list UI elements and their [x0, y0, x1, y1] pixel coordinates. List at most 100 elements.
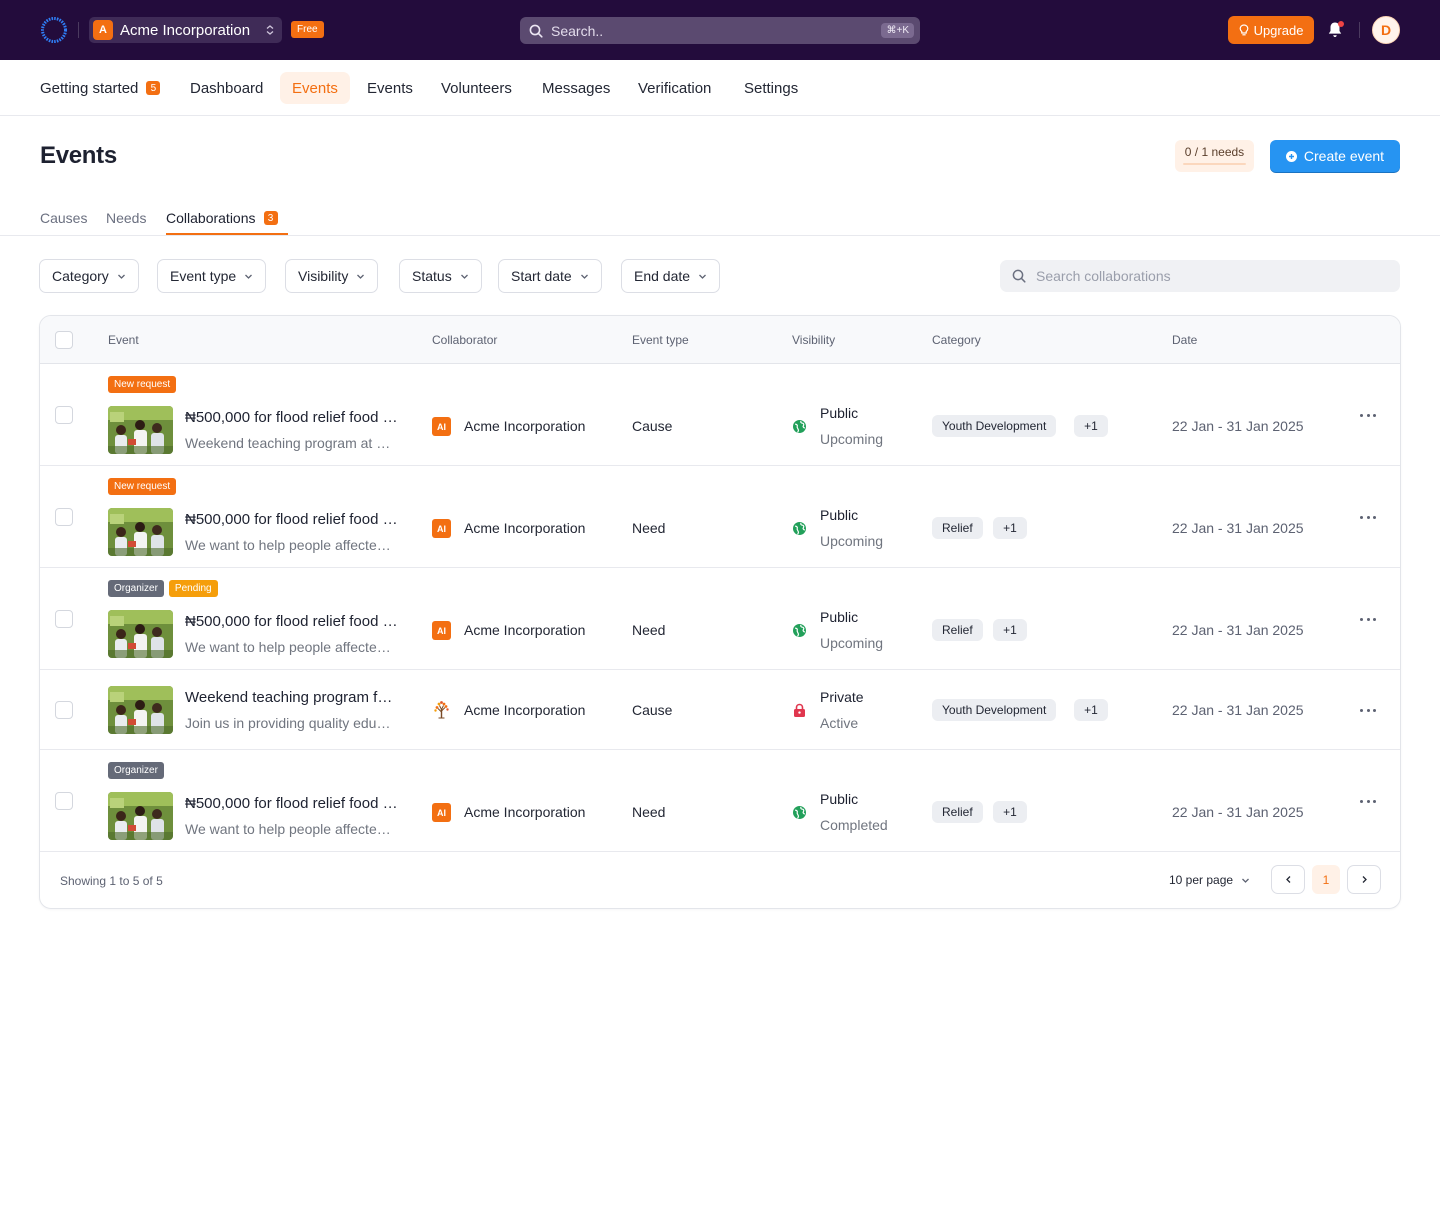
plus-circle-icon: [1285, 150, 1297, 162]
select-all-checkbox[interactable]: [55, 331, 73, 349]
filter-end-date[interactable]: End date: [621, 259, 721, 293]
tab-collaborations[interactable]: Collaborations 3: [166, 208, 278, 228]
row-badges: New request: [108, 376, 177, 393]
status-value: Upcoming: [820, 533, 884, 549]
upgrade-label: Upgrade: [1253, 22, 1304, 38]
column-header-event-type[interactable]: Event type: [632, 333, 689, 347]
collaborations-search[interactable]: [1000, 260, 1400, 292]
table-row[interactable]: Organizer ₦500,000 for flood relief food…: [40, 750, 1400, 852]
tab-label: Collaborations: [166, 210, 256, 226]
row-checkbox[interactable]: [55, 508, 73, 526]
nav-label: Dashboard: [190, 79, 264, 97]
filter-status[interactable]: Status: [399, 259, 482, 293]
status-value: Active: [820, 715, 859, 731]
nav-getting-started[interactable]: Getting started 5: [28, 72, 172, 104]
collaborator-name: Acme Incorporation: [464, 702, 586, 718]
filter-event-type[interactable]: Event type: [157, 259, 267, 293]
next-page-button[interactable]: [1347, 865, 1381, 894]
category-more-chip[interactable]: +1: [993, 801, 1027, 823]
filter-label: Start date: [511, 268, 572, 284]
column-header-date[interactable]: Date: [1172, 333, 1197, 347]
top-bar: A Acme Incorporation Free Search.. ⌘+K U…: [0, 0, 1440, 60]
event-type: Need: [632, 804, 666, 820]
table-row[interactable]: New request ₦500,000 for flood relief fo…: [40, 466, 1400, 568]
row-more-icon[interactable]: [1360, 410, 1376, 420]
chevron-down-icon: [1242, 878, 1250, 883]
event-title[interactable]: ₦500,000 for flood relief food supplies: [185, 613, 400, 630]
row-more-icon[interactable]: [1360, 705, 1376, 715]
event-title[interactable]: Weekend teaching program for children: [185, 689, 400, 706]
filter-visibility[interactable]: Visibility: [285, 259, 379, 293]
upgrade-button[interactable]: Upgrade: [1228, 16, 1314, 44]
nav-events-active[interactable]: Events: [280, 72, 350, 104]
event-type: Cause: [632, 418, 673, 434]
nav-label: Events: [292, 79, 338, 97]
nav-label: Getting started: [40, 79, 139, 97]
showing-count: Showing 1 to 5 of 5: [60, 874, 163, 888]
nav-events[interactable]: Events: [355, 72, 425, 104]
filter-category[interactable]: Category: [39, 259, 139, 293]
create-event-button[interactable]: Create event: [1270, 140, 1400, 172]
table-row[interactable]: Organizer Pending ₦500,000 for flood rel…: [40, 568, 1400, 670]
app-logo-icon[interactable]: [40, 16, 68, 44]
collaborator-name: Acme Incorporation: [464, 520, 586, 536]
filter-label: Visibility: [298, 268, 349, 284]
organizer-badge: Organizer: [108, 762, 164, 779]
page-number-current[interactable]: 1: [1312, 865, 1340, 894]
table-row[interactable]: Weekend teaching program for children Jo…: [40, 670, 1400, 750]
prev-page-button[interactable]: [1271, 865, 1305, 894]
category-more-chip[interactable]: +1: [1074, 699, 1108, 721]
category-more-chip[interactable]: +1: [1074, 415, 1108, 437]
column-header-event[interactable]: Event: [108, 333, 139, 347]
org-switcher[interactable]: A Acme Incorporation: [89, 17, 282, 43]
chevron-down-icon: [357, 274, 365, 279]
needs-progress-bar: [1183, 163, 1246, 165]
column-header-category[interactable]: Category: [932, 333, 981, 347]
category-more-chip[interactable]: +1: [993, 619, 1027, 641]
filter-start-date[interactable]: Start date: [498, 259, 602, 293]
event-date: 22 Jan - 31 Jan 2025: [1172, 520, 1304, 536]
event-date: 22 Jan - 31 Jan 2025: [1172, 702, 1304, 718]
event-thumbnail: [108, 686, 173, 734]
row-checkbox[interactable]: [55, 701, 73, 719]
needs-label: 0 / 1 needs: [1184, 145, 1245, 159]
filter-label: Event type: [170, 268, 237, 284]
event-date: 22 Jan - 31 Jan 2025: [1172, 622, 1304, 638]
category-more-chip[interactable]: +1: [993, 517, 1027, 539]
nav-messages[interactable]: Messages: [530, 72, 622, 104]
visibility-value: Public: [820, 791, 859, 807]
collaborations-search-input[interactable]: [1036, 268, 1388, 284]
collaborator-name: Acme Incorporation: [464, 622, 586, 638]
org-avatar: A: [93, 20, 113, 40]
row-checkbox[interactable]: [55, 406, 73, 424]
nav-verification[interactable]: Verification: [626, 72, 723, 104]
category-chip: Relief: [932, 517, 983, 539]
row-more-icon[interactable]: [1360, 512, 1376, 522]
per-page-select[interactable]: 10 per page: [1169, 873, 1250, 887]
event-title[interactable]: ₦500,000 for flood relief food supplies: [185, 511, 400, 528]
visibility-value: Public: [820, 405, 859, 421]
tab-causes[interactable]: Causes: [40, 208, 87, 228]
collaborator-logo: AI: [432, 803, 451, 822]
event-title[interactable]: ₦500,000 for flood relief food supplies: [185, 795, 400, 812]
row-more-icon[interactable]: [1360, 796, 1376, 806]
nav-volunteers[interactable]: Volunteers: [429, 72, 524, 104]
nav-dashboard[interactable]: Dashboard: [178, 72, 275, 104]
filter-label: End date: [634, 268, 691, 284]
table-row[interactable]: New request ₦500,000 for flood relief fo…: [40, 364, 1400, 466]
tab-needs[interactable]: Needs: [106, 208, 146, 228]
column-header-visibility[interactable]: Visibility: [792, 333, 835, 347]
event-title[interactable]: ₦500,000 for flood relief food supplies: [185, 409, 400, 426]
row-more-icon[interactable]: [1360, 614, 1376, 624]
row-checkbox[interactable]: [55, 610, 73, 628]
collaborations-table: Event Collaborator Event type Visibility…: [39, 315, 1401, 909]
column-header-collaborator[interactable]: Collaborator: [432, 333, 497, 347]
page-title: Events: [40, 142, 117, 169]
global-search[interactable]: Search.. ⌘+K: [520, 17, 920, 44]
row-checkbox[interactable]: [55, 792, 73, 810]
user-avatar[interactable]: D: [1372, 16, 1400, 44]
nav-settings[interactable]: Settings: [732, 72, 810, 104]
table-header: Event Collaborator Event type Visibility…: [40, 316, 1400, 364]
chevron-down-icon: [699, 274, 707, 279]
organizer-badge: Organizer: [108, 580, 164, 597]
